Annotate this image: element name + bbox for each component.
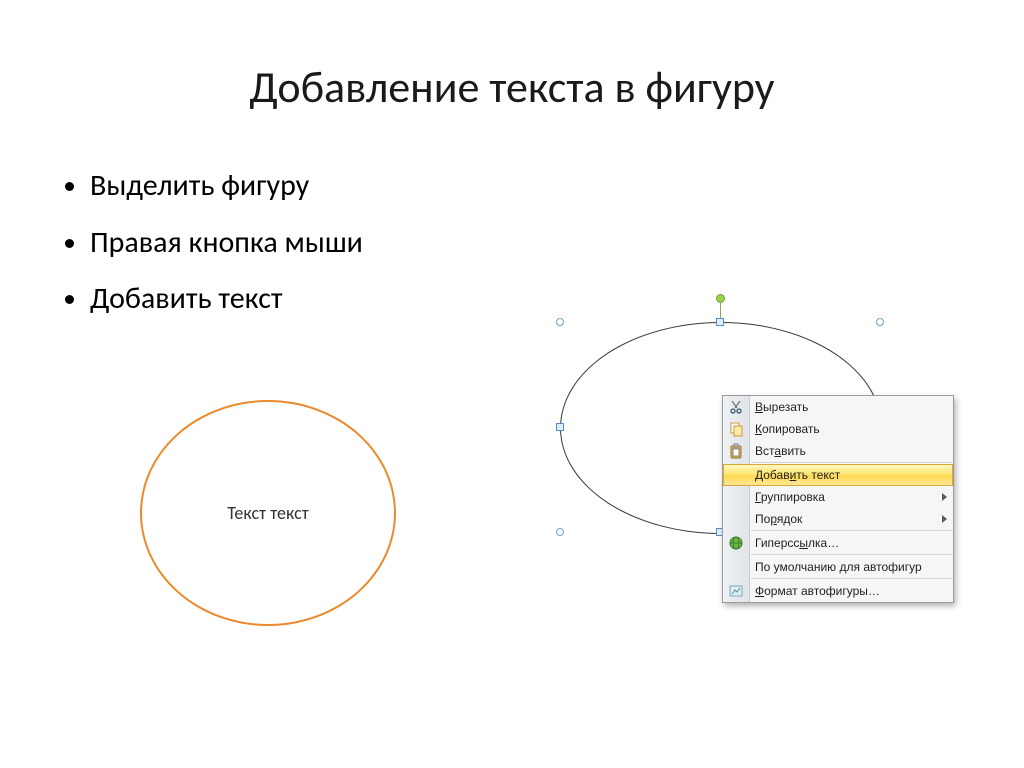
menu-item-default-autoshape[interactable]: По умолчанию для автофигур: [723, 556, 953, 578]
resize-handle-n[interactable]: [716, 318, 724, 326]
menu-item-order[interactable]: Порядок: [723, 508, 953, 530]
menu-item-format-autoshape[interactable]: Формат автофигуры…: [723, 580, 953, 602]
resize-handle-sw[interactable]: [556, 528, 564, 536]
menu-label: Гиперссылка…: [755, 536, 839, 550]
menu-item-paste[interactable]: Вставить: [723, 440, 953, 462]
menu-label: Порядок: [755, 512, 802, 526]
submenu-arrow-icon: [942, 515, 947, 523]
shape-text: Текст текст: [227, 502, 308, 524]
format-shape-icon: [728, 583, 744, 599]
menu-item-add-text[interactable]: Добавить текст: [723, 464, 953, 486]
menu-item-copy[interactable]: Копировать: [723, 418, 953, 440]
menu-label: Группировка: [755, 490, 825, 504]
menu-label: Вставить: [755, 444, 806, 458]
resize-handle-ne[interactable]: [876, 318, 884, 326]
menu-item-hyperlink[interactable]: Гиперссылка…: [723, 532, 953, 554]
paste-icon: [728, 443, 744, 459]
menu-item-cut[interactable]: Вырезать: [723, 396, 953, 418]
list-item: Правая кнопка мыши: [90, 217, 363, 270]
menu-label: Добавить текст: [755, 468, 840, 482]
bullet-list: Выделить фигуру Правая кнопка мыши Добав…: [60, 160, 363, 330]
slide-title: Добавление текста в фигуру: [0, 60, 1024, 114]
list-item: Добавить текст: [90, 273, 363, 326]
menu-label: Копировать: [755, 422, 820, 436]
copy-icon: [728, 421, 744, 437]
resize-handle-w[interactable]: [556, 423, 564, 431]
menu-label: По умолчанию для автофигур: [755, 560, 922, 574]
slide: Добавление текста в фигуру Выделить фигу…: [0, 0, 1024, 768]
menu-item-group[interactable]: Группировка: [723, 486, 953, 508]
menu-label: Формат автофигуры…: [755, 584, 880, 598]
list-item: Выделить фигуру: [90, 160, 363, 213]
menu-label: Вырезать: [755, 400, 808, 414]
context-menu[interactable]: Вырезать Копировать Вставить Добавить те…: [722, 395, 954, 603]
rotation-handle[interactable]: [716, 294, 725, 303]
globe-link-icon: [728, 535, 744, 551]
example-shape-with-text: Текст текст: [140, 400, 396, 626]
resize-handle-nw[interactable]: [556, 318, 564, 326]
cut-icon: [728, 399, 744, 415]
submenu-arrow-icon: [942, 493, 947, 501]
